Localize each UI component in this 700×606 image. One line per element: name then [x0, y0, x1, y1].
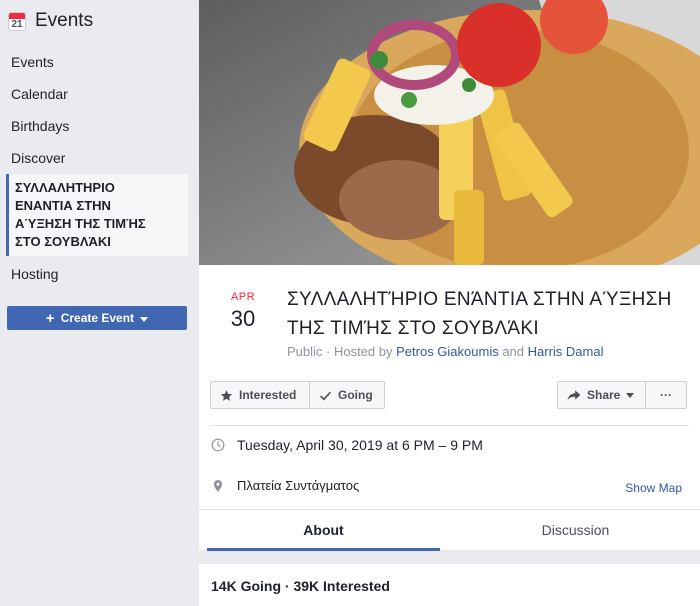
clock-icon [211, 438, 225, 452]
plus-icon: + [45, 309, 55, 327]
more-icon: ··· [660, 388, 672, 402]
show-map-link[interactable]: Show Map [625, 481, 682, 495]
star-icon [220, 389, 233, 401]
sidebar-item-calendar[interactable]: Calendar [0, 78, 198, 110]
event-title: ΣΥΛΛΑΛΗΤΉΡΙΟ ΕΝΆΝΤΙΑ ΣΤΗΝ ΑΎΞΗΣΗ ΤΗΣ ΤΙΜ… [287, 289, 672, 339]
more-options-button[interactable]: ··· [645, 381, 687, 409]
event-main: APR 30 ΣΥΛΛΑΛΗΤΉΡΙΟ ΕΝΆΝΤΙΑ ΣΤΗΝ ΑΎΞΗΣΗ … [199, 0, 700, 606]
sidebar-header[interactable]: 21 Events [8, 8, 93, 34]
date-day: 30 [230, 306, 256, 331]
sidebar-item-hosting[interactable]: Hosting [0, 258, 198, 290]
check-icon [320, 391, 331, 400]
event-tabs: About Discussion [199, 509, 700, 551]
share-label: Share [587, 388, 621, 402]
calendar-icon: 21 [8, 11, 26, 31]
active-event-line: ΑΎΞΗΣΗ ΤΗΣ ΤΙΜΉΣ [15, 216, 146, 231]
event-privacy: Public [287, 344, 323, 359]
active-event-line: ΣΥΛΛΑΛΗΤΗΡΙΟ [15, 180, 115, 195]
event-stats: 14K Going · 39K Interested [211, 578, 390, 594]
sidebar-item-active-event[interactable]: ΣΥΛΛΑΛΗΤΗΡΙΟ ΕΝΑΝΤΙΑ ΣΤΗΝ ΑΎΞΗΣΗ ΤΗΣ ΤΙΜ… [6, 174, 188, 256]
chevron-down-icon [626, 392, 635, 398]
date-month: APR [230, 291, 256, 303]
create-event-label: Create Event [60, 311, 135, 325]
going-label: Going [338, 388, 373, 402]
tab-discussion[interactable]: Discussion [459, 510, 692, 551]
location-pin-icon [213, 479, 223, 492]
sidebar-item-events[interactable]: Events [0, 46, 198, 78]
sidebar-nav: Events Calendar Birthdays Discover ΣΥΛΛΑ… [0, 46, 198, 290]
sidebar-item-birthdays[interactable]: Birthdays [0, 110, 198, 142]
event-location-row: Πλατεία Συντάγματος [211, 478, 359, 493]
host-link[interactable]: Petros Giakoumis [396, 344, 499, 359]
tab-about[interactable]: About [207, 510, 440, 551]
create-event-button[interactable]: + Create Event [7, 306, 187, 330]
sidebar-item-discover[interactable]: Discover [0, 142, 198, 174]
chevron-down-icon [140, 316, 149, 322]
event-host-line: Public · Hosted by Petros Giakoumis and … [287, 344, 603, 359]
active-event-line: ΕΝΑΝΤΙΑ ΣΤΗΝ [15, 198, 111, 213]
sidebar-title: Events [35, 10, 94, 31]
event-location: Πλατεία Συντάγματος [237, 478, 360, 493]
share-button[interactable]: Share [557, 381, 646, 409]
active-event-line: ΣΤΟ ΣΟΥΒΛΆΚΙ [15, 234, 111, 249]
hosted-by-text: · Hosted by [322, 344, 397, 359]
event-info-card: APR 30 ΣΥΛΛΑΛΗΤΉΡΙΟ ΕΝΆΝΤΙΑ ΣΤΗΝ ΑΎΞΗΣΗ … [199, 265, 700, 551]
divider [210, 425, 689, 426]
event-datetime: Tuesday, April 30, 2019 at 6 PM – 9 PM [237, 437, 483, 453]
sidebar: 21 Events Events Calendar Birthdays Disc… [0, 0, 198, 606]
going-button[interactable]: Going [309, 381, 385, 409]
date-block: APR 30 [221, 291, 265, 332]
event-stats-card: 14K Going · 39K Interested [199, 564, 700, 606]
share-arrow-icon [567, 390, 581, 401]
interested-button[interactable]: Interested [210, 381, 310, 409]
and-text: and [498, 344, 528, 359]
host-link[interactable]: Harris Damal [528, 344, 604, 359]
event-cover-photo [199, 0, 700, 265]
interested-label: Interested [239, 388, 297, 402]
event-datetime-row: Tuesday, April 30, 2019 at 6 PM – 9 PM [211, 437, 483, 453]
